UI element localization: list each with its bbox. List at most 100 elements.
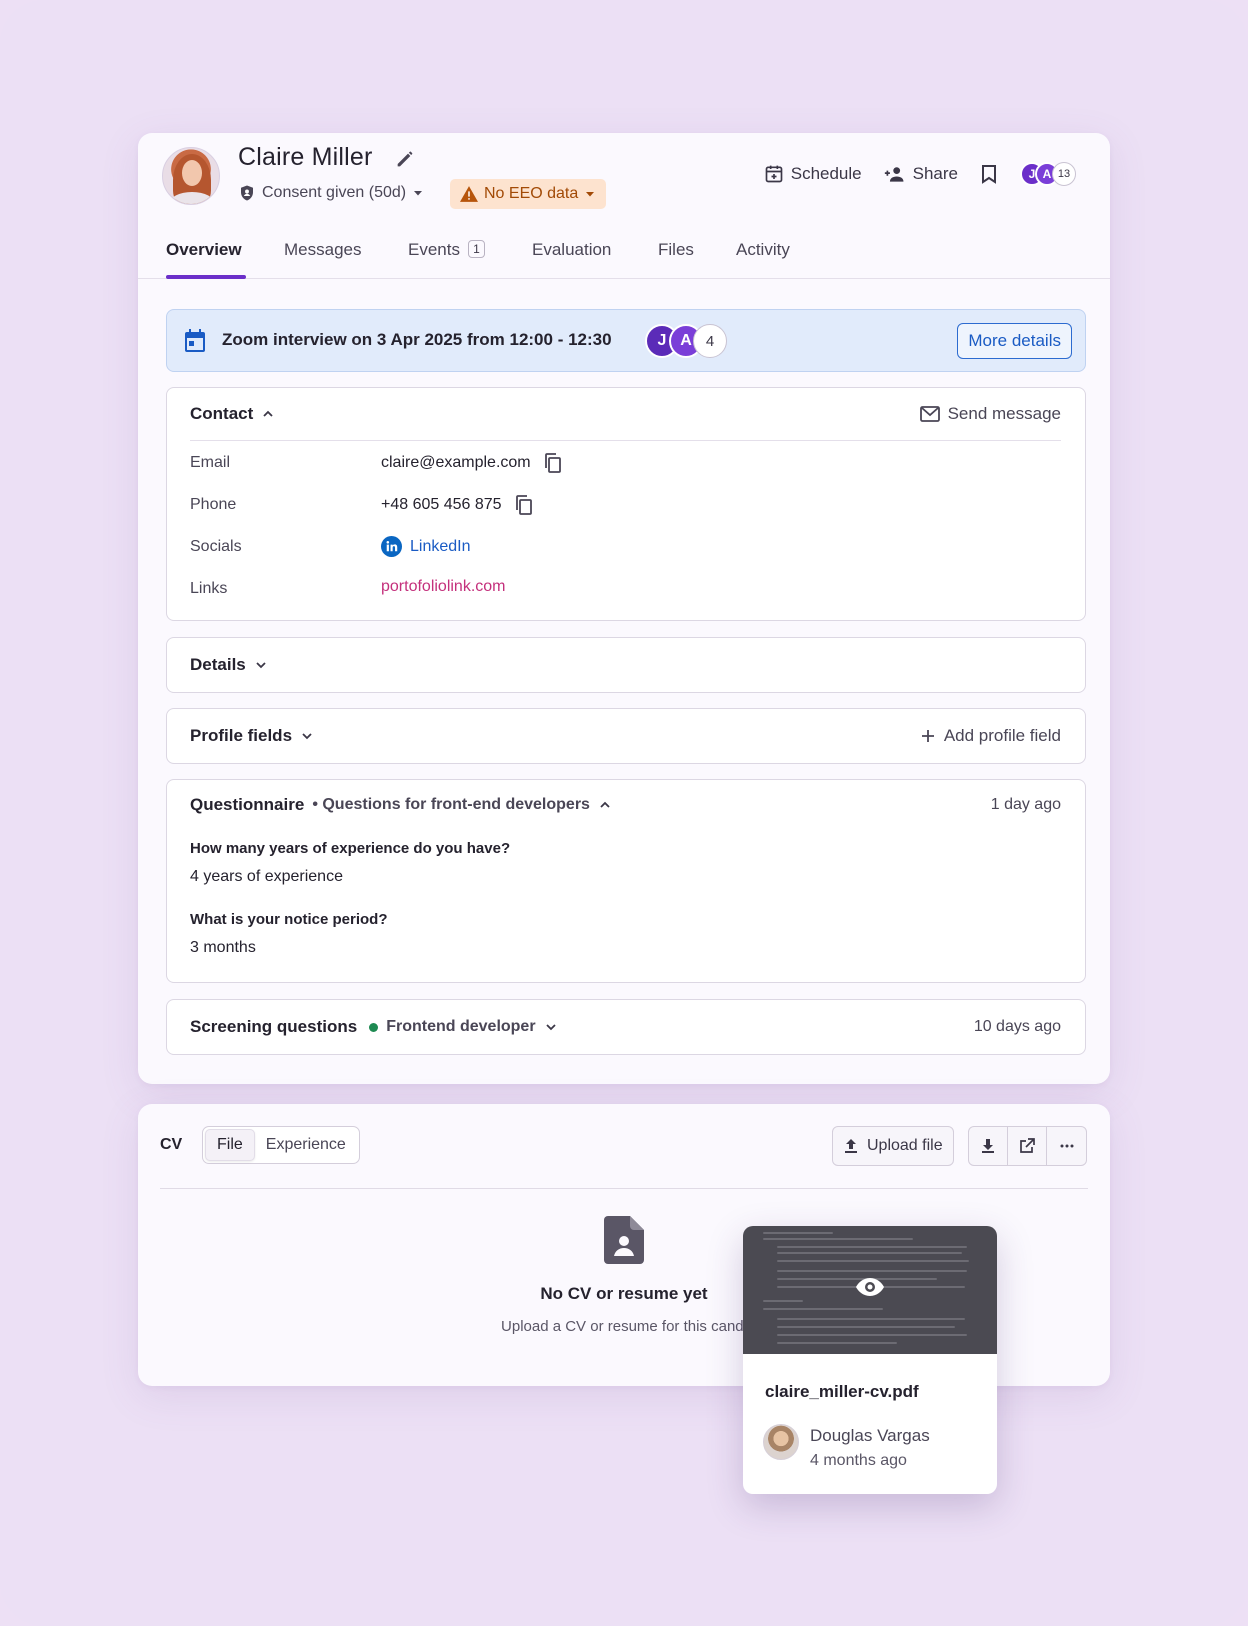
linkedin-link[interactable]: LinkedIn [381, 536, 471, 557]
uploader-avatar [763, 1424, 799, 1460]
answer-text: 3 months [190, 939, 256, 956]
send-message-label: Send message [947, 404, 1061, 423]
consent-dropdown[interactable]: Consent given (50d) [238, 184, 424, 202]
chevron-down-icon [256, 662, 266, 669]
details-section: Details [166, 637, 1086, 693]
interview-text: Zoom interview on 3 Apr 2025 from 12:00 … [222, 330, 612, 349]
add-profile-field-label: Add profile field [943, 726, 1061, 745]
send-message-button[interactable]: Send message [919, 404, 1061, 424]
email-label: Email [190, 454, 231, 471]
chevron-down-icon [302, 733, 312, 740]
screening-toggle[interactable]: Screening questions Frontend developer [190, 1017, 558, 1037]
external-link-icon [1020, 1138, 1035, 1153]
shield-icon [241, 185, 253, 201]
interview-banner: Zoom interview on 3 Apr 2025 from 12:00 … [166, 309, 1086, 372]
page-background: Claire Miller Consent given (50d) No EEO… [0, 0, 1248, 1626]
bookmark-icon[interactable] [980, 164, 998, 184]
copy-icon[interactable] [543, 452, 563, 474]
upload-time: 4 months ago [810, 1452, 907, 1469]
profile-fields-toggle[interactable]: Profile fields [190, 726, 314, 746]
mail-icon [919, 406, 940, 422]
tab-activity[interactable]: Activity [736, 240, 790, 260]
profile-fields-title: Profile fields [190, 726, 293, 745]
add-profile-field-button[interactable]: Add profile field [920, 726, 1061, 746]
tab-evaluation[interactable]: Evaluation [532, 240, 611, 260]
interview-attendees[interactable]: J A 4 [645, 324, 727, 358]
download-button[interactable] [969, 1127, 1008, 1165]
cv-view-toggle: File Experience [202, 1126, 360, 1164]
cv-divider [160, 1188, 1088, 1189]
file-preview-card[interactable]: claire_miller-cv.pdf Douglas Vargas 4 mo… [743, 1226, 997, 1494]
consent-label: Consent given (50d) [262, 184, 407, 201]
questionnaire-subtitle: • Questions for front-end developers [312, 796, 590, 813]
watchers-count: 13 [1052, 162, 1076, 186]
schedule-label: Schedule [790, 164, 862, 183]
more-options-button[interactable] [1047, 1127, 1086, 1165]
file-preview-thumbnail[interactable] [743, 1226, 997, 1354]
document-person-icon [604, 1216, 644, 1264]
share-button[interactable]: Share [884, 164, 958, 184]
screening-title: Screening questions [190, 1017, 358, 1036]
screening-time: 10 days ago [973, 1018, 1061, 1035]
socials-label: Socials [190, 538, 242, 555]
questionnaire-title: Questionnaire [190, 795, 305, 814]
open-external-button[interactable] [1008, 1127, 1047, 1165]
cv-tab-file[interactable]: File [205, 1129, 255, 1161]
tab-bar: Overview Messages Events 1 Evaluation Fil… [138, 229, 1110, 279]
candidate-avatar[interactable] [162, 147, 220, 205]
calendar-icon [185, 329, 205, 352]
linkedin-label: LinkedIn [410, 537, 471, 555]
more-details-button[interactable]: More details [957, 323, 1072, 359]
contact-toggle[interactable]: Contact [190, 404, 275, 424]
eye-icon [856, 1278, 884, 1296]
contact-section: Contact Send message Email claire@exampl… [166, 387, 1086, 621]
tab-files[interactable]: Files [658, 240, 694, 260]
eeo-label: No EEO data [484, 185, 579, 202]
active-tab-indicator [166, 275, 246, 279]
download-icon [982, 1139, 994, 1153]
calendar-plus-icon [765, 165, 783, 183]
portfolio-link[interactable]: portofoliolink.com [381, 578, 506, 596]
tab-messages[interactable]: Messages [284, 240, 361, 260]
question-text: What is your notice period? [190, 911, 388, 928]
screening-section: Screening questions Frontend developer 1… [166, 999, 1086, 1055]
candidate-name: Claire Miller [238, 143, 373, 171]
email-value-row: claire@example.com [381, 452, 563, 474]
question-text: How many years of experience do you have… [190, 840, 511, 857]
answer-text: 4 years of experience [190, 868, 343, 885]
pencil-icon[interactable] [394, 148, 416, 170]
links-label: Links [190, 580, 228, 597]
chevron-down-icon [545, 1024, 556, 1031]
phone-value: +48 605 456 875 [381, 496, 502, 513]
candidate-card: Claire Miller Consent given (50d) No EEO… [138, 133, 1110, 1084]
tab-events[interactable]: Events 1 [408, 240, 485, 260]
schedule-button[interactable]: Schedule [764, 164, 862, 184]
phone-value-row: +48 605 456 875 [381, 494, 534, 516]
questionnaire-time: 1 day ago [990, 796, 1061, 813]
phone-label: Phone [190, 496, 237, 513]
watchers-group[interactable]: J A 13 [1020, 162, 1076, 186]
questionnaire-toggle[interactable]: Questionnaire • Questions for front-end … [190, 795, 612, 815]
caret-down-icon [586, 192, 595, 197]
cv-tab-experience[interactable]: Experience [255, 1129, 357, 1161]
warning-icon [460, 186, 478, 202]
attendees-count: 4 [693, 324, 727, 358]
questionnaire-section: Questionnaire • Questions for front-end … [166, 779, 1086, 983]
eeo-badge[interactable]: No EEO data [450, 179, 607, 209]
person-add-icon [884, 167, 904, 182]
screening-role: Frontend developer [386, 1018, 536, 1035]
contact-title: Contact [190, 404, 254, 423]
upload-icon [845, 1139, 857, 1153]
cv-label: CV [160, 1136, 183, 1153]
upload-file-label: Upload file [867, 1137, 943, 1154]
email-value: claire@example.com [381, 454, 531, 471]
details-toggle[interactable]: Details [190, 655, 268, 675]
file-name: claire_miller-cv.pdf [765, 1382, 919, 1401]
copy-icon[interactable] [514, 494, 534, 516]
cv-actions [968, 1126, 1087, 1166]
details-title: Details [190, 655, 246, 674]
upload-file-button[interactable]: Upload file [832, 1126, 954, 1166]
chevron-up-icon [263, 410, 273, 417]
tab-events-label: Events [408, 240, 460, 259]
tab-overview[interactable]: Overview [166, 240, 242, 260]
